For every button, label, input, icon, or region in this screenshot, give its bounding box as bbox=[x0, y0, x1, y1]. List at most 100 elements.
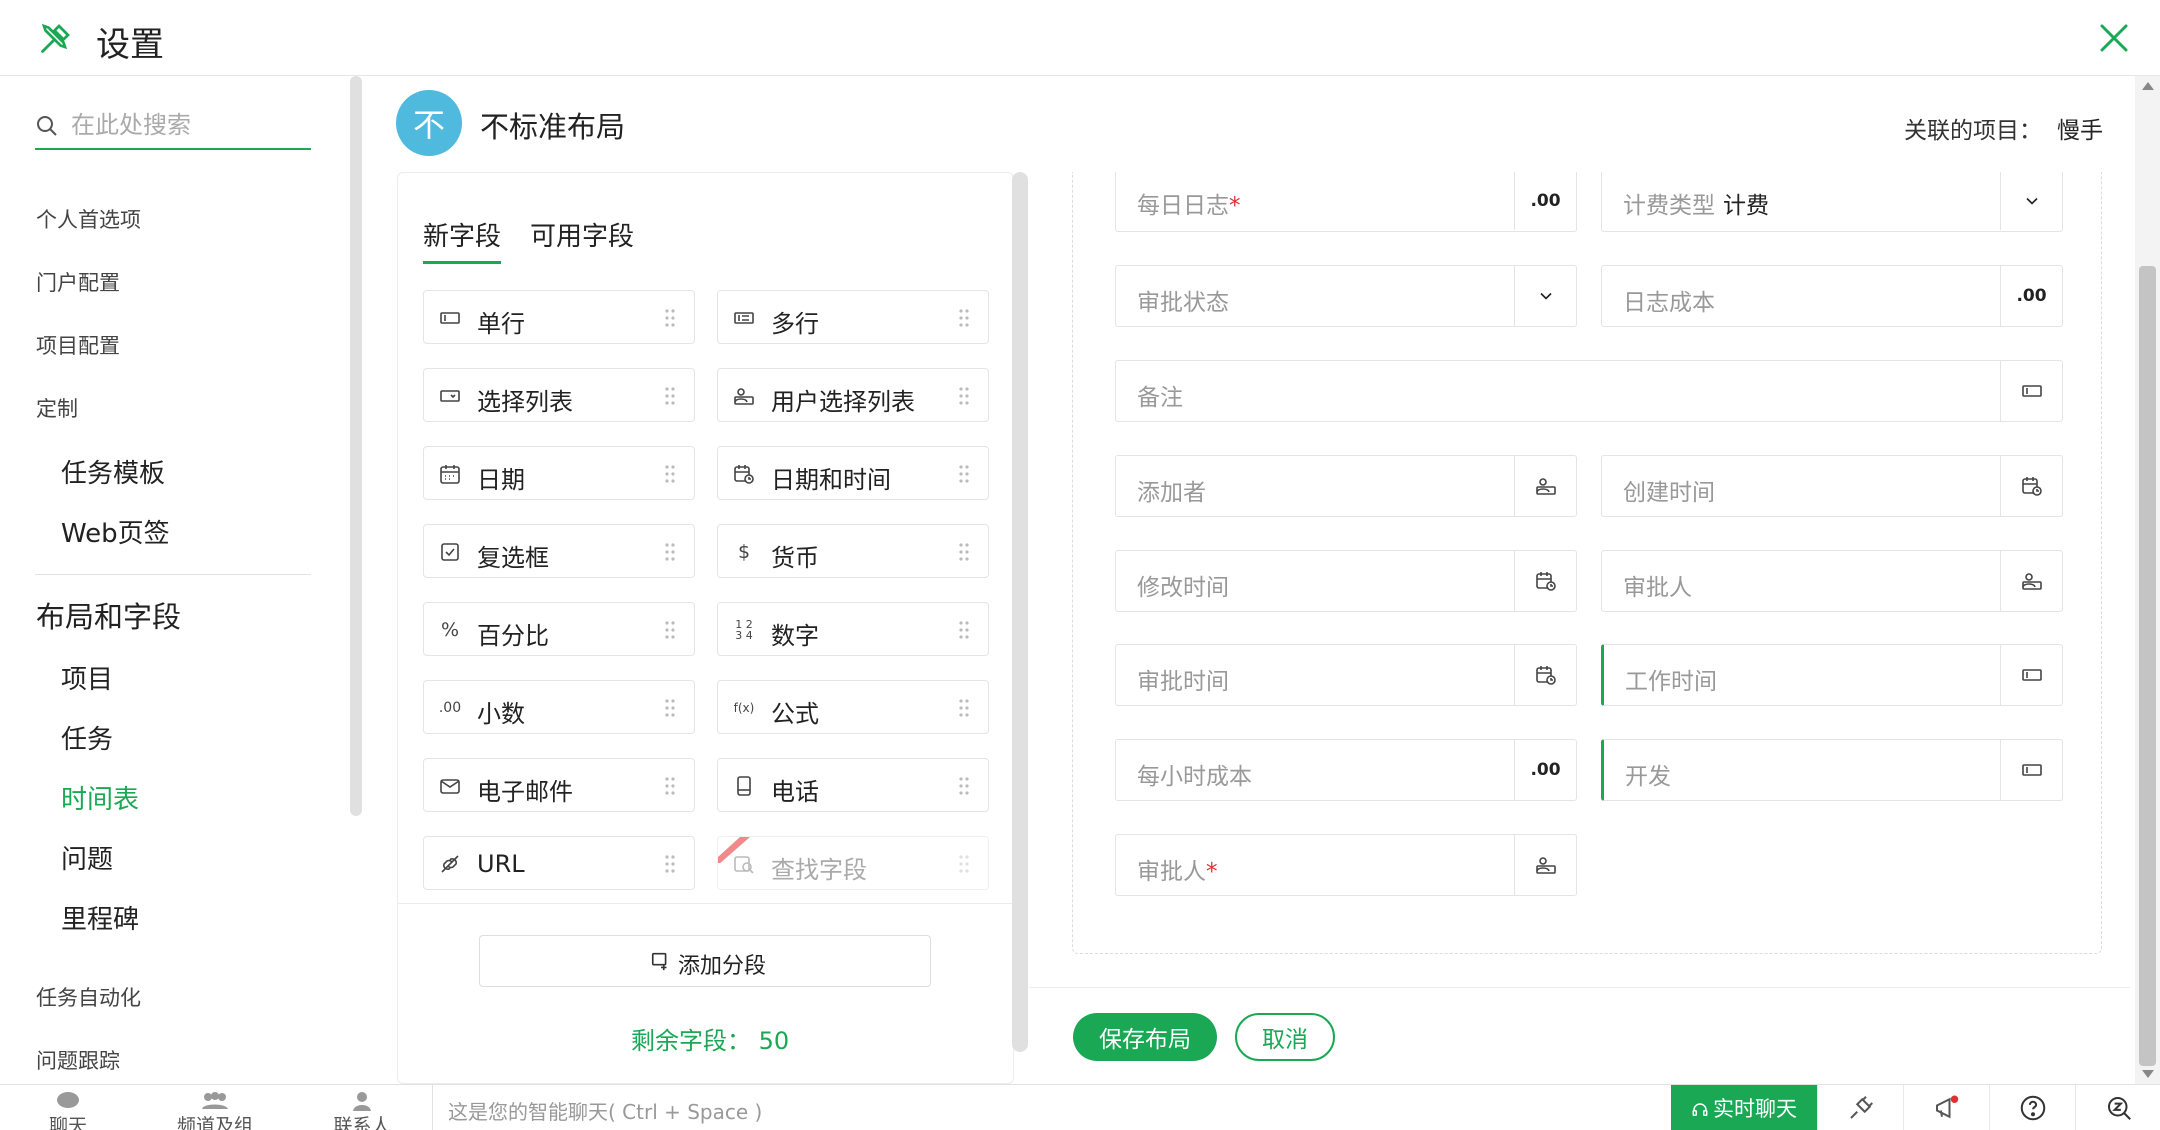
field-chip-date[interactable]: 日期 bbox=[423, 446, 695, 500]
form-field-work-hours[interactable]: 工作时间 bbox=[1601, 644, 2063, 706]
field-chip-formula[interactable]: f(x) 公式 bbox=[717, 680, 989, 734]
add-section-button[interactable]: 添加分段 bbox=[479, 935, 931, 987]
single-line-icon bbox=[2000, 361, 2062, 421]
sidebar-item-customize[interactable]: 定制 bbox=[36, 393, 78, 423]
field-chip-decimal[interactable]: .00 小数 bbox=[423, 680, 695, 734]
drag-handle-icon[interactable] bbox=[664, 852, 676, 876]
checkbox-icon bbox=[441, 543, 459, 561]
sidebar-scrollbar[interactable] bbox=[350, 76, 362, 816]
sidebar-search bbox=[35, 102, 311, 150]
drag-handle-icon[interactable] bbox=[958, 540, 970, 564]
sidebar-item-project-config[interactable]: 项目配置 bbox=[36, 330, 120, 360]
search-input[interactable] bbox=[71, 108, 301, 142]
currency-icon: $ bbox=[737, 541, 751, 563]
single-line-icon bbox=[440, 312, 460, 324]
scroll-up-icon[interactable] bbox=[2142, 82, 2154, 90]
sidebar-item-issue-tracking[interactable]: 问题跟踪 bbox=[36, 1045, 120, 1075]
save-layout-button[interactable]: 保存布局 bbox=[1073, 1013, 1217, 1061]
single-line-icon bbox=[2000, 645, 2062, 705]
close-icon[interactable] bbox=[2096, 20, 2132, 56]
form-field-modified-time[interactable]: 修改时间 bbox=[1115, 550, 1577, 612]
palette-scrollbar[interactable] bbox=[1012, 172, 1028, 1052]
field-chip-lookup[interactable]: 查找字段 bbox=[717, 836, 989, 890]
drag-handle-icon[interactable] bbox=[664, 306, 676, 330]
field-chip-datetime[interactable]: 日期和时间 bbox=[717, 446, 989, 500]
user-icon bbox=[1514, 456, 1576, 516]
sidebar-item-portal[interactable]: 门户配置 bbox=[36, 267, 120, 297]
form-field-hourly-cost[interactable]: 每小时成本 .00 bbox=[1115, 739, 1577, 801]
help-button[interactable] bbox=[1989, 1085, 2075, 1130]
sidebar-section-layouts[interactable]: 布局和字段 bbox=[36, 594, 181, 636]
sidebar-item-layout-milestone[interactable]: 里程碑 bbox=[61, 899, 139, 936]
field-chip-currency[interactable]: $ 货币 bbox=[717, 524, 989, 578]
drag-handle-icon[interactable] bbox=[664, 462, 676, 486]
scrollbar-thumb[interactable] bbox=[2139, 266, 2156, 1066]
sidebar-item-layout-task[interactable]: 任务 bbox=[61, 719, 113, 756]
tab-available-fields[interactable]: 可用字段 bbox=[530, 216, 634, 261]
palette-divider bbox=[398, 903, 1015, 904]
zia-search-button[interactable] bbox=[2075, 1085, 2160, 1130]
sidebar-item-task-template[interactable]: 任务模板 bbox=[61, 453, 165, 490]
field-chip-single-line[interactable]: 单行 bbox=[423, 290, 695, 344]
sidebar-item-layout-issue[interactable]: 问题 bbox=[61, 839, 113, 876]
form-field-approver-required[interactable]: 审批人* bbox=[1115, 834, 1577, 896]
form-field-created-time[interactable]: 创建时间 bbox=[1601, 455, 2063, 517]
field-chip-user-picklist[interactable]: 用户选择列表 bbox=[717, 368, 989, 422]
layout-name: 不标准布局 bbox=[480, 110, 626, 144]
form-field-log-cost[interactable]: 日志成本 .00 bbox=[1601, 265, 2063, 327]
drag-handle-icon[interactable] bbox=[664, 696, 676, 720]
bottom-tab-chat[interactable]: 聊天 bbox=[3, 1085, 133, 1130]
form-field-approver[interactable]: 审批人 bbox=[1601, 550, 2063, 612]
scroll-down-icon[interactable] bbox=[2142, 1070, 2154, 1078]
form-field-daily-log[interactable]: 每日日志* .00 bbox=[1115, 172, 1577, 232]
form-field-notes[interactable]: 备注 bbox=[1115, 360, 2063, 422]
bottom-tab-contacts[interactable]: 联系人 bbox=[297, 1085, 427, 1130]
decimal-icon: .00 bbox=[1514, 172, 1576, 230]
chevron-down-icon[interactable] bbox=[1514, 266, 1576, 326]
main-scrollbar[interactable] bbox=[2135, 76, 2160, 1084]
sidebar-item-layout-project[interactable]: 项目 bbox=[61, 659, 113, 696]
decimal-icon: .00 bbox=[438, 700, 462, 716]
chevron-down-icon[interactable] bbox=[2000, 172, 2062, 230]
field-chip-number[interactable]: 1 2 3 4 数字 bbox=[717, 602, 989, 656]
sidebar-item-layout-timesheet[interactable]: 时间表 bbox=[61, 779, 139, 816]
announcement-button[interactable] bbox=[1903, 1085, 1989, 1130]
drag-handle-icon[interactable] bbox=[958, 774, 970, 798]
drag-handle-icon[interactable] bbox=[664, 618, 676, 642]
drag-handle-icon[interactable] bbox=[958, 306, 970, 330]
sidebar-item-personal[interactable]: 个人首选项 bbox=[36, 204, 141, 234]
field-chip-multi-line[interactable]: 多行 bbox=[717, 290, 989, 344]
form-field-approval-status[interactable]: 审批状态 bbox=[1115, 265, 1577, 327]
user-icon bbox=[2000, 551, 2062, 611]
drag-handle-icon[interactable] bbox=[664, 774, 676, 798]
multi-line-icon bbox=[734, 312, 754, 324]
drag-handle-icon[interactable] bbox=[664, 540, 676, 564]
form-field-approval-time[interactable]: 审批时间 bbox=[1115, 644, 1577, 706]
field-chip-checkbox[interactable]: 复选框 bbox=[423, 524, 695, 578]
sidebar-item-web-tab[interactable]: Web页签 bbox=[61, 513, 170, 550]
required-mark: * bbox=[1206, 859, 1218, 885]
cancel-button[interactable]: 取消 bbox=[1235, 1013, 1335, 1061]
tab-new-fields[interactable]: 新字段 bbox=[423, 216, 502, 264]
smart-chat-input[interactable]: 这是您的智能聊天( Ctrl + Space ) bbox=[432, 1085, 1672, 1130]
drag-handle-icon[interactable] bbox=[958, 384, 970, 408]
form-field-develop[interactable]: 开发 bbox=[1601, 739, 2063, 801]
drag-handle-icon[interactable] bbox=[958, 852, 970, 876]
help-icon bbox=[2020, 1095, 2046, 1121]
live-chat-button[interactable]: 实时聊天 bbox=[1671, 1085, 1817, 1130]
field-chip-email[interactable]: 电子邮件 bbox=[423, 758, 695, 812]
plugin-button[interactable] bbox=[1817, 1085, 1903, 1130]
field-chip-picklist[interactable]: 选择列表 bbox=[423, 368, 695, 422]
field-chip-phone[interactable]: 电话 bbox=[717, 758, 989, 812]
form-field-billing-type[interactable]: 计费类型 计费 bbox=[1601, 172, 2063, 232]
drag-handle-icon[interactable] bbox=[958, 618, 970, 642]
drag-handle-icon[interactable] bbox=[958, 696, 970, 720]
drag-handle-icon[interactable] bbox=[958, 462, 970, 486]
sidebar-item-task-automation[interactable]: 任务自动化 bbox=[36, 982, 141, 1012]
field-chip-url[interactable]: URL bbox=[423, 836, 695, 890]
field-chip-percent[interactable]: % 百分比 bbox=[423, 602, 695, 656]
bottom-tab-channels[interactable]: 频道及组 bbox=[150, 1085, 280, 1130]
related-projects-value[interactable]: 慢手 bbox=[2057, 111, 2103, 145]
form-field-added-by[interactable]: 添加者 bbox=[1115, 455, 1577, 517]
drag-handle-icon[interactable] bbox=[664, 384, 676, 408]
